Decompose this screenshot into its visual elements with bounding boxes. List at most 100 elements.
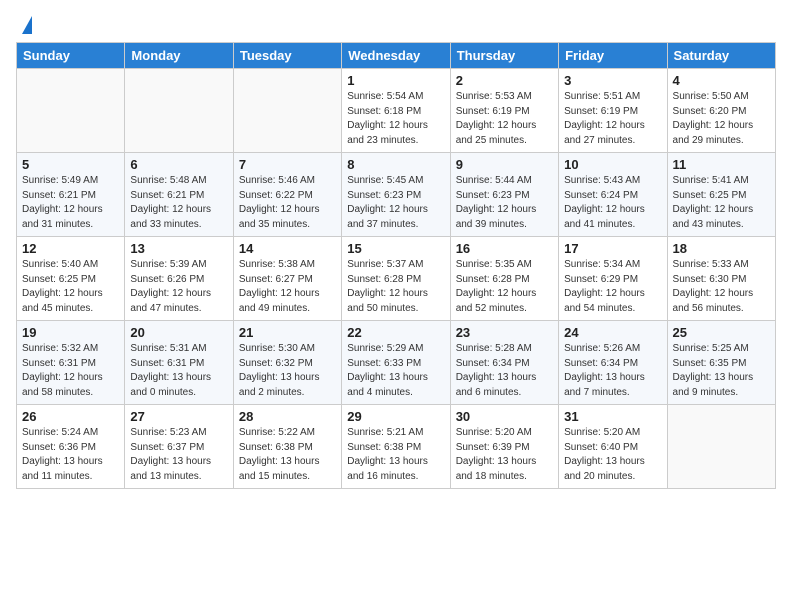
calendar-cell: 27Sunrise: 5:23 AMSunset: 6:37 PMDayligh… — [125, 405, 233, 489]
day-number: 12 — [22, 241, 119, 256]
day-info: Sunrise: 5:53 AMSunset: 6:19 PMDaylight:… — [456, 90, 553, 148]
day-number: 15 — [347, 241, 444, 256]
calendar-cell: 7 Sunrise: 5:46 AMSunset: 6:22 PMDaylight… — [233, 153, 341, 237]
calendar-cell: 6 Sunrise: 5:48 AMSunset: 6:21 PMDaylight… — [125, 153, 233, 237]
day-info: Sunrise: 5:32 AMSunset: 6:31 PMDaylight:… — [22, 342, 119, 400]
day-info: Sunrise: 5:28 AMSunset: 6:34 PMDaylight:… — [456, 342, 553, 400]
calendar-cell: 2 Sunrise: 5:53 AMSunset: 6:19 PMDaylight… — [450, 69, 558, 153]
day-number: 3 — [564, 73, 661, 88]
calendar-week-1: 1 Sunrise: 5:54 AMSunset: 6:18 PMDaylight… — [17, 69, 776, 153]
day-number: 8 — [347, 157, 444, 172]
calendar-cell: 16Sunrise: 5:35 AMSunset: 6:28 PMDayligh… — [450, 237, 558, 321]
day-info: Sunrise: 5:33 AMSunset: 6:30 PMDaylight:… — [673, 258, 770, 316]
calendar-cell: 13 Sunrise: 5:39 AMSunset: 6:26 PMDayligh… — [125, 237, 233, 321]
calendar-week-3: 12 Sunrise: 5:40 AMSunset: 6:25 PMDayligh… — [17, 237, 776, 321]
day-number: 5 — [22, 157, 119, 172]
day-info: Sunrise: 5:23 AMSunset: 6:37 PMDaylight:… — [130, 426, 227, 484]
day-number: 10 — [564, 157, 661, 172]
calendar-cell: 21Sunrise: 5:30 AMSunset: 6:32 PMDayligh… — [233, 321, 341, 405]
day-info: Sunrise: 5:22 AMSunset: 6:38 PMDaylight:… — [239, 426, 336, 484]
day-info: Sunrise: 5:50 AMSunset: 6:20 PMDaylight:… — [673, 90, 770, 148]
day-info: Sunrise: 5:31 AMSunset: 6:31 PMDaylight:… — [130, 342, 227, 400]
day-info: Sunrise: 5:38 AMSunset: 6:27 PMDaylight:… — [239, 258, 336, 316]
calendar-cell: 15 Sunrise: 5:37 AMSunset: 6:28 PMDayligh… — [342, 237, 450, 321]
day-number: 23 — [456, 325, 553, 340]
calendar-cell: 4 Sunrise: 5:50 AMSunset: 6:20 PMDaylight… — [667, 69, 775, 153]
day-info: Sunrise: 5:51 AMSunset: 6:19 PMDaylight:… — [564, 90, 661, 148]
day-info: Sunrise: 5:20 AMSunset: 6:39 PMDaylight:… — [456, 426, 553, 484]
calendar-week-4: 19 Sunrise: 5:32 AMSunset: 6:31 PMDayligh… — [17, 321, 776, 405]
day-number: 21 — [239, 325, 336, 340]
day-info: Sunrise: 5:25 AMSunset: 6:35 PMDaylight:… — [673, 342, 770, 400]
calendar-week-5: 26Sunrise: 5:24 AMSunset: 6:36 PMDayligh… — [17, 405, 776, 489]
day-info: Sunrise: 5:40 AMSunset: 6:25 PMDaylight:… — [22, 258, 119, 316]
day-info: Sunrise: 5:45 AMSunset: 6:23 PMDaylight:… — [347, 174, 444, 232]
calendar-cell: 25 Sunrise: 5:25 AMSunset: 6:35 PMDayligh… — [667, 321, 775, 405]
day-info: Sunrise: 5:20 AMSunset: 6:40 PMDaylight:… — [564, 426, 661, 484]
day-number: 1 — [347, 73, 444, 88]
day-number: 30 — [456, 409, 553, 424]
calendar-cell — [17, 69, 125, 153]
calendar-cell: 31 Sunrise: 5:20 AMSunset: 6:40 PMDayligh… — [559, 405, 667, 489]
day-info: Sunrise: 5:35 AMSunset: 6:28 PMDaylight:… — [456, 258, 553, 316]
calendar-cell — [667, 405, 775, 489]
day-info: Sunrise: 5:48 AMSunset: 6:21 PMDaylight:… — [130, 174, 227, 232]
calendar-cell: 17Sunrise: 5:34 AMSunset: 6:29 PMDayligh… — [559, 237, 667, 321]
day-number: 11 — [673, 157, 770, 172]
weekday-header-friday: Friday — [559, 43, 667, 69]
day-number: 20 — [130, 325, 227, 340]
weekday-header-saturday: Saturday — [667, 43, 775, 69]
calendar-cell: 9 Sunrise: 5:44 AMSunset: 6:23 PMDaylight… — [450, 153, 558, 237]
day-info: Sunrise: 5:37 AMSunset: 6:28 PMDaylight:… — [347, 258, 444, 316]
day-number: 13 — [130, 241, 227, 256]
calendar-cell: 18 Sunrise: 5:33 AMSunset: 6:30 PMDayligh… — [667, 237, 775, 321]
calendar-cell: 23 Sunrise: 5:28 AMSunset: 6:34 PMDayligh… — [450, 321, 558, 405]
day-number: 28 — [239, 409, 336, 424]
calendar-cell: 5Sunrise: 5:49 AMSunset: 6:21 PMDaylight… — [17, 153, 125, 237]
day-number: 9 — [456, 157, 553, 172]
day-number: 14 — [239, 241, 336, 256]
day-info: Sunrise: 5:54 AMSunset: 6:18 PMDaylight:… — [347, 90, 444, 148]
day-number: 6 — [130, 157, 227, 172]
day-number: 2 — [456, 73, 553, 88]
day-info: Sunrise: 5:21 AMSunset: 6:38 PMDaylight:… — [347, 426, 444, 484]
calendar-cell: 19 Sunrise: 5:32 AMSunset: 6:31 PMDayligh… — [17, 321, 125, 405]
calendar-cell: 14 Sunrise: 5:38 AMSunset: 6:27 PMDayligh… — [233, 237, 341, 321]
day-number: 29 — [347, 409, 444, 424]
calendar-body: 1 Sunrise: 5:54 AMSunset: 6:18 PMDaylight… — [17, 69, 776, 489]
weekday-header-thursday: Thursday — [450, 43, 558, 69]
calendar-cell: 29 Sunrise: 5:21 AMSunset: 6:38 PMDayligh… — [342, 405, 450, 489]
weekday-header-monday: Monday — [125, 43, 233, 69]
calendar-cell — [125, 69, 233, 153]
logo — [16, 16, 32, 34]
calendar-cell: 10Sunrise: 5:43 AMSunset: 6:24 PMDayligh… — [559, 153, 667, 237]
day-number: 18 — [673, 241, 770, 256]
day-number: 17 — [564, 241, 661, 256]
day-info: Sunrise: 5:29 AMSunset: 6:33 PMDaylight:… — [347, 342, 444, 400]
day-number: 7 — [239, 157, 336, 172]
weekday-header-wednesday: Wednesday — [342, 43, 450, 69]
calendar-cell: 28 Sunrise: 5:22 AMSunset: 6:38 PMDayligh… — [233, 405, 341, 489]
day-number: 25 — [673, 325, 770, 340]
day-info: Sunrise: 5:26 AMSunset: 6:34 PMDaylight:… — [564, 342, 661, 400]
calendar-cell: 3 Sunrise: 5:51 AMSunset: 6:19 PMDaylight… — [559, 69, 667, 153]
day-number: 4 — [673, 73, 770, 88]
weekday-header-tuesday: Tuesday — [233, 43, 341, 69]
calendar-cell — [233, 69, 341, 153]
calendar-cell: 30 Sunrise: 5:20 AMSunset: 6:39 PMDayligh… — [450, 405, 558, 489]
day-info: Sunrise: 5:46 AMSunset: 6:22 PMDaylight:… — [239, 174, 336, 232]
day-info: Sunrise: 5:44 AMSunset: 6:23 PMDaylight:… — [456, 174, 553, 232]
logo-triangle-icon — [22, 16, 32, 34]
calendar-header-row: SundayMondayTuesdayWednesdayThursdayFrid… — [17, 43, 776, 69]
day-number: 22 — [347, 325, 444, 340]
calendar-cell: 8 Sunrise: 5:45 AMSunset: 6:23 PMDaylight… — [342, 153, 450, 237]
day-number: 31 — [564, 409, 661, 424]
page-header — [16, 16, 776, 34]
day-info: Sunrise: 5:39 AMSunset: 6:26 PMDaylight:… — [130, 258, 227, 316]
calendar-cell: 11Sunrise: 5:41 AMSunset: 6:25 PMDayligh… — [667, 153, 775, 237]
calendar-week-2: 5Sunrise: 5:49 AMSunset: 6:21 PMDaylight… — [17, 153, 776, 237]
day-number: 26 — [22, 409, 119, 424]
calendar-cell: 1 Sunrise: 5:54 AMSunset: 6:18 PMDaylight… — [342, 69, 450, 153]
day-number: 19 — [22, 325, 119, 340]
calendar-cell: 12 Sunrise: 5:40 AMSunset: 6:25 PMDayligh… — [17, 237, 125, 321]
